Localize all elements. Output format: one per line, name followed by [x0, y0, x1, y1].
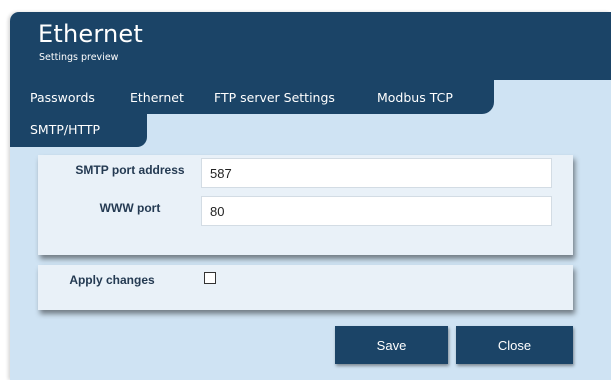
tab-bar-row-2: SMTP/HTTP: [10, 114, 147, 147]
page-title: Ethernet: [38, 20, 143, 48]
port-settings-panel: SMTP port address WWW port: [38, 155, 573, 255]
apply-changes-panel: Apply changes: [38, 265, 573, 310]
www-port-input[interactable]: [201, 196, 552, 226]
save-button[interactable]: Save: [335, 326, 448, 364]
page-subtitle: Settings preview: [39, 52, 119, 63]
smtp-port-label: SMTP port address: [75, 163, 185, 177]
tab-passwords[interactable]: Passwords: [30, 90, 95, 105]
apply-changes-checkbox[interactable]: [204, 272, 216, 284]
tab-modbus-tcp[interactable]: Modbus TCP: [377, 90, 453, 105]
tab-bar: Passwords Ethernet FTP server Settings M…: [10, 80, 494, 114]
apply-changes-label: Apply changes: [69, 273, 155, 287]
tab-ethernet[interactable]: Ethernet: [130, 90, 184, 105]
smtp-port-input[interactable]: [201, 158, 552, 188]
settings-window: Ethernet Settings preview Passwords Ethe…: [10, 12, 611, 380]
tab-ftp-server-settings[interactable]: FTP server Settings: [214, 90, 335, 105]
www-port-label: WWW port: [99, 201, 161, 215]
close-button[interactable]: Close: [456, 326, 573, 364]
window-header: Ethernet Settings preview: [10, 12, 611, 80]
tab-smtp-http[interactable]: SMTP/HTTP: [30, 122, 100, 137]
screen: Ethernet Settings preview Passwords Ethe…: [0, 0, 611, 380]
